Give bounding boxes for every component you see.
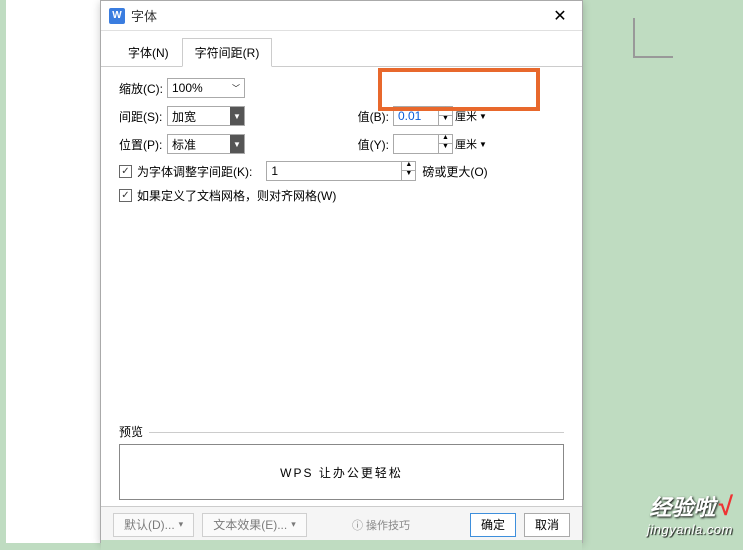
value-b-label: 值(B): bbox=[355, 108, 393, 125]
preview-section: 预览 WPS 让办公更轻松 bbox=[119, 423, 564, 500]
cancel-button-label: 取消 bbox=[535, 516, 559, 533]
app-icon: W bbox=[109, 8, 125, 24]
position-value: 标准 bbox=[172, 136, 196, 153]
value-b-spinner[interactable]: 0.01 ▲ ▼ bbox=[393, 106, 453, 126]
spin-down-button[interactable]: ▼ bbox=[439, 116, 452, 125]
spin-down-button[interactable]: ▼ bbox=[402, 171, 415, 180]
position-combo[interactable]: 标准 ▼ bbox=[167, 134, 245, 154]
info-icon: ⓘ bbox=[352, 517, 363, 533]
scale-combo[interactable]: 100% ﹀ bbox=[167, 78, 245, 98]
ok-button[interactable]: 确定 bbox=[470, 513, 516, 537]
scale-label: 缩放(C): bbox=[119, 80, 167, 97]
preview-box: WPS 让办公更轻松 bbox=[119, 444, 564, 500]
ops-tip-link[interactable]: ⓘ 操作技巧 bbox=[352, 517, 410, 533]
document-page-left bbox=[6, 0, 100, 543]
kerning-unit-label: 磅或更大(O) bbox=[422, 163, 487, 180]
ok-button-label: 确定 bbox=[481, 516, 505, 533]
document-corner-mark bbox=[633, 18, 673, 58]
ops-tip-label: 操作技巧 bbox=[366, 517, 410, 533]
chevron-down-icon: ▼ bbox=[479, 112, 487, 121]
value-y-spinner[interactable]: ▲ ▼ bbox=[393, 134, 453, 154]
spinner-buttons: ▲ ▼ bbox=[438, 107, 452, 125]
preview-label-text: 预览 bbox=[119, 425, 143, 439]
font-dialog: W 字体 ✕ 字体(N) 字符间距(R) 缩放(C): 100% ﹀ 间距(S)… bbox=[100, 0, 583, 543]
unit-label: 厘米 bbox=[455, 108, 477, 124]
chevron-down-icon: ▼ bbox=[230, 107, 244, 125]
spacing-label: 间距(S): bbox=[119, 108, 167, 125]
value-b-unit-combo[interactable]: 厘米 ▼ bbox=[455, 108, 487, 124]
value-b-value: 0.01 bbox=[398, 109, 421, 123]
spinner-buttons: ▲ ▼ bbox=[401, 162, 415, 180]
kerning-label: 为字体调整字间距(K): bbox=[137, 163, 252, 180]
tab-font[interactable]: 字体(N) bbox=[115, 38, 182, 67]
preview-label: 预览 bbox=[119, 423, 564, 440]
kerning-spinner[interactable]: 1 ▲ ▼ bbox=[266, 161, 416, 181]
unit-label: 厘米 bbox=[455, 136, 477, 152]
dialog-title: 字体 bbox=[131, 6, 546, 25]
spacing-value: 加宽 bbox=[172, 108, 196, 125]
cancel-button[interactable]: 取消 bbox=[524, 513, 570, 537]
scale-value: 100% bbox=[172, 81, 203, 95]
position-label: 位置(P): bbox=[119, 136, 167, 153]
scale-row: 缩放(C): 100% ﹀ bbox=[119, 77, 564, 99]
watermark: 经验啦 √ jingyanla.com bbox=[647, 490, 733, 537]
default-button-label: 默认(D)... bbox=[124, 516, 175, 533]
kerning-checkbox[interactable]: ✓ bbox=[119, 165, 132, 178]
tab-char-spacing[interactable]: 字符间距(R) bbox=[182, 38, 273, 67]
kerning-value: 1 bbox=[271, 164, 278, 178]
text-effect-button[interactable]: 文本效果(E)... bbox=[202, 513, 307, 537]
chevron-down-icon: ▼ bbox=[479, 140, 487, 149]
text-effect-button-label: 文本效果(E)... bbox=[213, 516, 287, 533]
chevron-down-icon: ▼ bbox=[230, 135, 244, 153]
titlebar: W 字体 ✕ bbox=[101, 1, 582, 31]
spinner-buttons: ▲ ▼ bbox=[438, 135, 452, 153]
default-button[interactable]: 默认(D)... bbox=[113, 513, 194, 537]
check-icon: √ bbox=[719, 491, 733, 521]
kerning-row: ✓ 为字体调整字间距(K): 1 ▲ ▼ 磅或更大(O) bbox=[119, 161, 564, 181]
tab-bar: 字体(N) 字符间距(R) bbox=[101, 31, 582, 67]
spacing-combo[interactable]: 加宽 ▼ bbox=[167, 106, 245, 126]
snap-label: 如果定义了文档网格，则对齐网格(W) bbox=[137, 187, 336, 204]
position-row: 位置(P): 标准 ▼ 值(Y): ▲ ▼ 厘米 ▼ bbox=[119, 133, 564, 155]
preview-text: WPS 让办公更轻松 bbox=[280, 464, 403, 481]
watermark-brand: 经验啦 bbox=[649, 495, 715, 520]
watermark-url: jingyanla.com bbox=[647, 522, 733, 537]
close-button[interactable]: ✕ bbox=[546, 6, 574, 26]
value-y-label: 值(Y): bbox=[355, 136, 393, 153]
spacing-row: 间距(S): 加宽 ▼ 值(B): 0.01 ▲ ▼ 厘米 ▼ bbox=[119, 105, 564, 127]
snap-row: ✓ 如果定义了文档网格，则对齐网格(W) bbox=[119, 187, 564, 204]
value-y-unit-combo[interactable]: 厘米 ▼ bbox=[455, 136, 487, 152]
spin-down-button[interactable]: ▼ bbox=[439, 144, 452, 153]
dialog-footer: 默认(D)... 文本效果(E)... ⓘ 操作技巧 确定 取消 bbox=[101, 506, 582, 542]
chevron-down-icon: ﹀ bbox=[228, 79, 244, 97]
tab-content: 缩放(C): 100% ﹀ 间距(S): 加宽 ▼ 值(B): 0.01 ▲ ▼ bbox=[101, 67, 582, 204]
snap-checkbox[interactable]: ✓ bbox=[119, 189, 132, 202]
